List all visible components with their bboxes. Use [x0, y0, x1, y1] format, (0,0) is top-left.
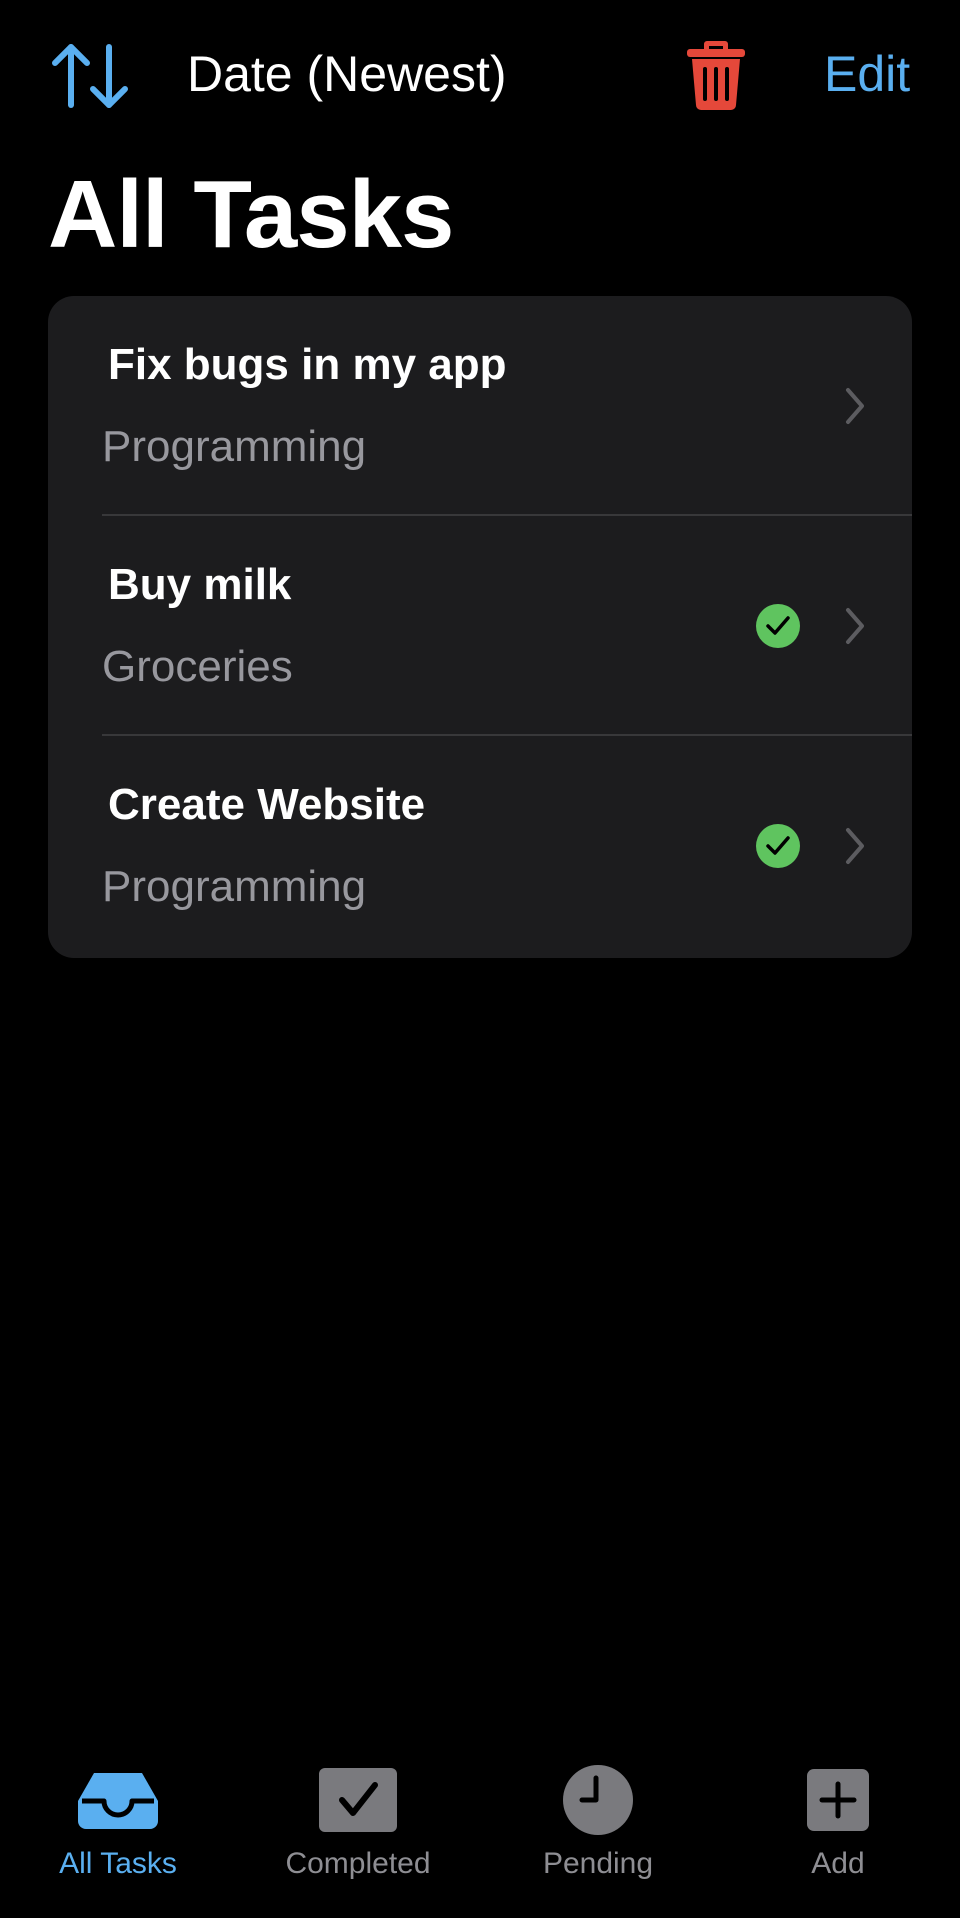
trash-icon	[687, 41, 745, 110]
chevron-right-icon	[840, 604, 870, 648]
chevron-right-icon	[840, 384, 870, 428]
tab-all-tasks[interactable]: All Tasks	[18, 1762, 218, 1892]
page-title: All Tasks	[48, 161, 454, 268]
tab-label: All Tasks	[59, 1847, 177, 1880]
plus-square-icon	[788, 1762, 888, 1838]
tab-label: Completed	[285, 1847, 431, 1880]
edit-button[interactable]: Edit	[824, 44, 924, 104]
task-title: Create Website	[108, 780, 426, 829]
tab-pending[interactable]: Pending	[498, 1762, 698, 1892]
tab-label: Pending	[542, 1847, 654, 1880]
task-row[interactable]: Fix bugs in my app Programming	[48, 296, 912, 516]
arrow-up-down-icon	[52, 44, 128, 108]
chevron-right-icon	[840, 824, 870, 868]
task-category: Programming	[102, 422, 367, 471]
tray-icon	[68, 1762, 168, 1838]
top-toolbar: Date (Newest) Edit	[0, 0, 960, 150]
task-category: Groceries	[102, 642, 293, 691]
task-title: Buy milk	[108, 560, 292, 609]
tab-label: Add	[811, 1847, 865, 1880]
completed-check-icon	[756, 604, 800, 648]
tab-add[interactable]: Add	[738, 1762, 938, 1892]
sort-button[interactable]	[48, 36, 134, 116]
sort-order-label[interactable]: Date (Newest)	[187, 44, 507, 104]
tab-bar: All Tasks Completed Pending Add	[0, 1740, 960, 1918]
task-list-screen: Date (Newest) Edit All Tasks Fix bugs in…	[0, 0, 960, 1918]
checkmark-square-icon	[308, 1762, 408, 1838]
task-list: Fix bugs in my app Programming Buy milk …	[48, 296, 912, 958]
task-category: Programming	[102, 862, 367, 911]
task-title: Fix bugs in my app	[108, 340, 507, 389]
clock-icon	[548, 1762, 648, 1838]
completed-check-icon	[756, 824, 800, 868]
task-row[interactable]: Create Website Programming	[48, 736, 912, 956]
task-row[interactable]: Buy milk Groceries	[48, 516, 912, 736]
delete-all-button[interactable]	[678, 34, 754, 114]
tab-completed[interactable]: Completed	[258, 1762, 458, 1892]
